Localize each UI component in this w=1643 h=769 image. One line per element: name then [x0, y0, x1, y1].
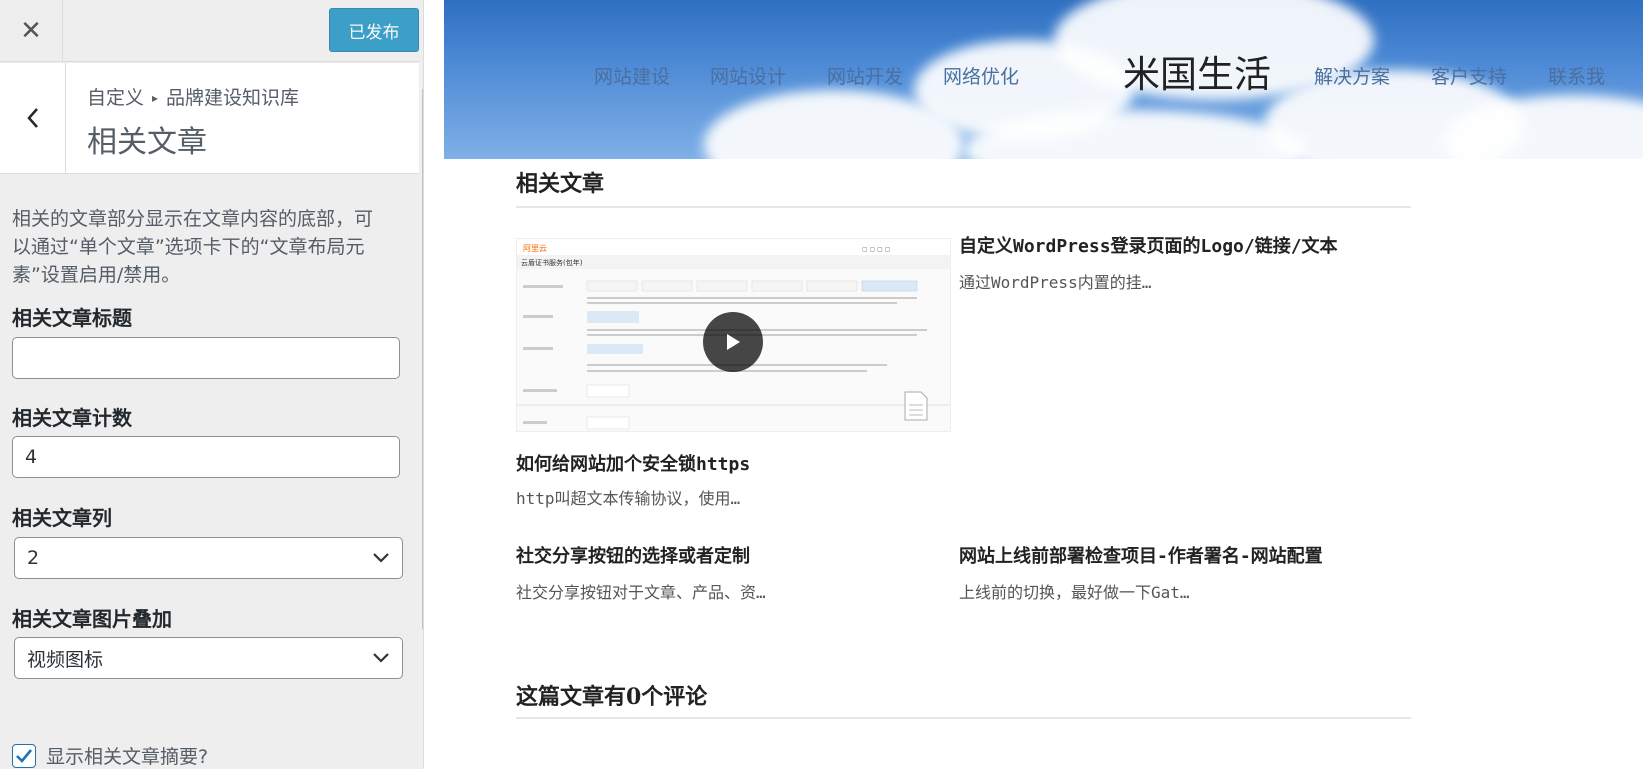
- customizer-sidebar: ✕ 已发布 自定义 ▸ 品牌建设知识库 相关文章 相关的文章部分显示在文章内容的底部…: [0, 0, 424, 769]
- related-columns-value: 2: [27, 547, 40, 569]
- related-post-title[interactable]: 自定义WordPress登录页面的Logo/链接/文本: [959, 232, 1338, 258]
- publish-button[interactable]: 已发布: [329, 8, 419, 52]
- scroll-thumb[interactable]: [422, 89, 423, 629]
- nav-item[interactable]: 网络优化: [943, 62, 1019, 89]
- breadcrumb-arrow-icon: ▸: [152, 91, 159, 105]
- related-post-title[interactable]: 网站上线前部署检查项目-作者署名-网站配置: [959, 542, 1323, 568]
- section-title: 相关文章: [87, 125, 207, 160]
- related-title-label: 相关文章标题: [12, 306, 132, 330]
- site-header: 网站建设 网站设计 网站开发 网络优化 米国生活 解决方案 客户支持 联系我: [444, 0, 1643, 159]
- related-overlay-select[interactable]: 视频图标: [14, 637, 403, 679]
- related-post-excerpt: 通过WordPress内置的挂…: [959, 273, 1152, 292]
- nav-item[interactable]: 网站建设: [594, 62, 670, 89]
- breadcrumb: 自定义 ▸ 品牌建设知识库: [87, 83, 299, 110]
- related-overlay-label: 相关文章图片叠加: [12, 607, 172, 631]
- checkmark-icon: [16, 748, 33, 763]
- site-preview: 网站建设 网站设计 网站开发 网络优化 米国生活 解决方案 客户支持 联系我 相…: [444, 0, 1643, 769]
- related-posts-heading: 相关文章: [516, 171, 605, 197]
- section-description: 相关的文章部分显示在文章内容的底部，可以通过“单个文章”选项卡下的“文章布局元素…: [12, 208, 374, 286]
- nav-item[interactable]: 网站设计: [710, 62, 786, 89]
- back-button[interactable]: [0, 63, 66, 173]
- excerpt-label: 显示相关文章摘要?: [46, 746, 209, 768]
- related-columns-select[interactable]: 2: [14, 537, 403, 579]
- document-icon: [904, 391, 928, 421]
- nav-item[interactable]: 联系我: [1548, 62, 1605, 89]
- related-post-excerpt: http叫超文本传输协议，使用…: [516, 489, 741, 508]
- related-post-thumbnail[interactable]: 阿里云 ▢ ▢ ▢ ▢ 云盾证书服务(包年): [516, 238, 951, 432]
- customizer-topbar: ✕ 已发布: [0, 0, 423, 62]
- sidebar-scrollbar[interactable]: [420, 61, 423, 769]
- breadcrumb-section: 品牌建设知识库: [166, 87, 300, 109]
- breadcrumb-root: 自定义: [87, 87, 145, 109]
- play-triangle-icon: [727, 334, 740, 350]
- chevron-down-icon: [373, 553, 389, 563]
- related-count-input[interactable]: [12, 436, 400, 478]
- related-post-excerpt: 社交分享按钮对于文章、产品、资…: [516, 583, 766, 602]
- close-icon: ✕: [20, 15, 42, 46]
- chevron-down-icon: [373, 653, 389, 663]
- comments-heading: 这篇文章有0个评论: [516, 684, 708, 710]
- related-columns-label: 相关文章列: [12, 506, 112, 530]
- nav-item[interactable]: 客户支持: [1431, 62, 1507, 89]
- nav-item[interactable]: 解决方案: [1314, 62, 1390, 89]
- related-post-excerpt: 上线前的切换，最好做一下Gat…: [959, 583, 1190, 602]
- related-post-title[interactable]: 如何给网站加个安全锁https: [516, 450, 750, 476]
- site-title[interactable]: 米国生活: [1123, 44, 1271, 98]
- section-controls: 相关的文章部分显示在文章内容的底部，可以通过“单个文章”选项卡下的“文章布局元素…: [0, 175, 419, 769]
- play-icon[interactable]: [703, 312, 763, 372]
- thumbnail-logo: 阿里云: [523, 244, 547, 253]
- chevron-left-icon: [26, 108, 38, 128]
- divider: [516, 206, 1411, 208]
- excerpt-option: 显示相关文章摘要?: [12, 742, 208, 769]
- section-header: 自定义 ▸ 品牌建设知识库 相关文章: [0, 63, 419, 174]
- svg-text:▢ ▢ ▢ ▢: ▢ ▢ ▢ ▢: [862, 246, 890, 253]
- close-customizer-button[interactable]: ✕: [0, 0, 63, 61]
- nav-item[interactable]: 网站开发: [827, 62, 903, 89]
- thumbnail-caption: 云盾证书服务(包年): [521, 258, 583, 267]
- excerpt-checkbox[interactable]: [12, 743, 36, 768]
- related-title-input[interactable]: [12, 337, 400, 379]
- divider: [516, 717, 1411, 719]
- related-post-title[interactable]: 社交分享按钮的选择或者定制: [516, 542, 750, 568]
- related-overlay-value: 视频图标: [27, 648, 104, 671]
- related-count-label: 相关文章计数: [12, 406, 132, 430]
